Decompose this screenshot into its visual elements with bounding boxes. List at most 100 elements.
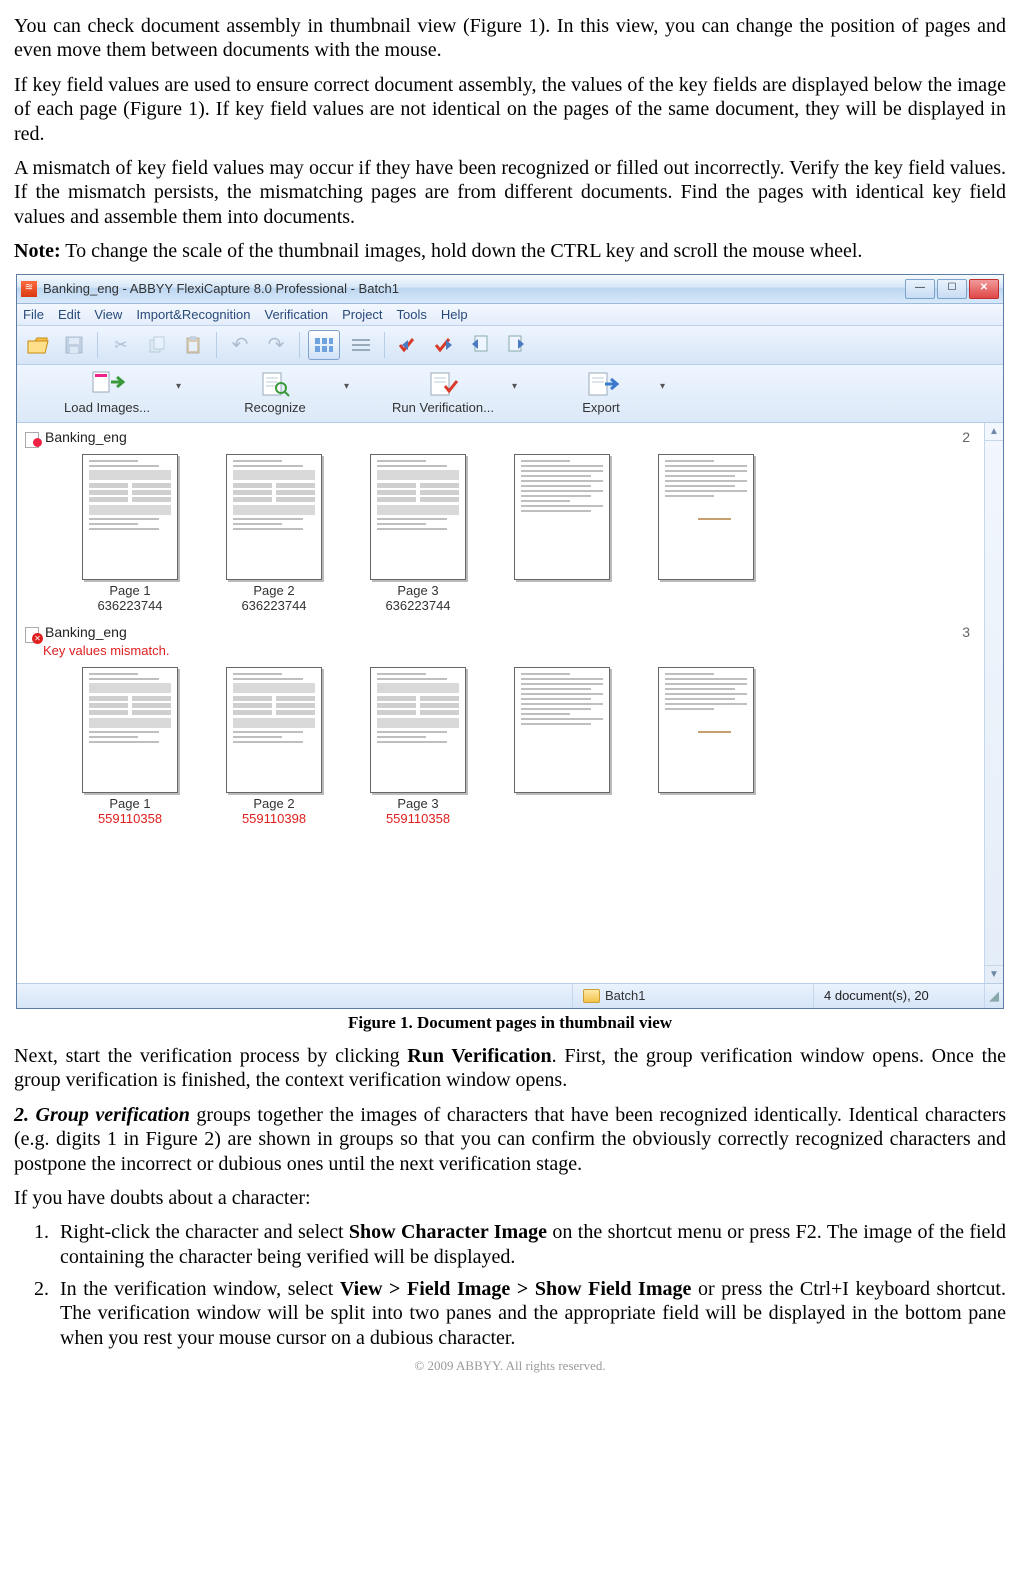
check-prev-icon[interactable] bbox=[393, 331, 423, 359]
page-thumbnail[interactable] bbox=[507, 667, 617, 827]
menu-edit[interactable]: Edit bbox=[58, 307, 80, 323]
check-next-icon[interactable] bbox=[429, 331, 459, 359]
ordered-list: Right-click the character and select Sho… bbox=[54, 1220, 1006, 1350]
page-thumbnail[interactable]: Page 1636223744 bbox=[75, 454, 185, 614]
menu-file[interactable]: File bbox=[23, 307, 44, 323]
mismatch-warning: Key values mismatch. bbox=[17, 643, 984, 661]
run-verification-bold: Run Verification bbox=[407, 1045, 551, 1067]
scrollbar[interactable]: ▲ ▼ bbox=[984, 423, 1003, 983]
page-thumbnail[interactable]: Page 2559110398 bbox=[219, 667, 329, 827]
page-thumbnail[interactable]: Page 2636223744 bbox=[219, 454, 329, 614]
cut-icon[interactable]: ✂ bbox=[106, 331, 136, 359]
minimize-button[interactable]: — bbox=[905, 279, 935, 299]
scroll-up-icon[interactable]: ▲ bbox=[985, 423, 1003, 441]
page-thumbnail[interactable] bbox=[507, 454, 617, 614]
page-label: Page 3 bbox=[397, 583, 438, 598]
menu-view[interactable]: View bbox=[94, 307, 122, 323]
scroll-down-icon[interactable]: ▼ bbox=[985, 965, 1003, 983]
note-paragraph: Note: To change the scale of the thumbna… bbox=[14, 239, 1006, 263]
load-images-label: Load Images... bbox=[64, 400, 150, 416]
thumbnail-view-icon[interactable] bbox=[308, 330, 340, 360]
paragraph: If you have doubts about a character: bbox=[14, 1186, 1006, 1210]
page-thumbnail[interactable]: Page 3559110358 bbox=[363, 667, 473, 827]
page-key: 636223744 bbox=[385, 599, 450, 614]
document-page-count: 2 bbox=[962, 429, 976, 446]
doc-next-icon[interactable] bbox=[501, 331, 531, 359]
page-key: 636223744 bbox=[97, 599, 162, 614]
document-header[interactable]: Banking_eng 2 bbox=[17, 427, 984, 448]
show-character-image-bold: Show Character Image bbox=[349, 1221, 547, 1243]
page-label: Page 1 bbox=[109, 796, 150, 811]
paragraph: Next, start the verification process by … bbox=[14, 1044, 1006, 1093]
page-thumbnail[interactable]: Page 1559110358 bbox=[75, 667, 185, 827]
paragraph: 2. Group verification groups together th… bbox=[14, 1103, 1006, 1176]
note-label: Note: bbox=[14, 240, 61, 262]
thumbnail-row: Page 1559110358 Page 2559110398 Page 355… bbox=[17, 661, 984, 835]
load-images-button[interactable]: Load Images... ▾ bbox=[23, 367, 191, 418]
page-key: 636223744 bbox=[241, 599, 306, 614]
document-name: Banking_eng bbox=[45, 624, 127, 641]
dropdown-icon[interactable]: ▾ bbox=[176, 381, 181, 393]
page-key-mismatch: 559110358 bbox=[386, 812, 450, 827]
page-label: Page 1 bbox=[109, 583, 150, 598]
dropdown-icon[interactable]: ▾ bbox=[512, 381, 517, 393]
document-error-icon bbox=[25, 625, 39, 641]
copy-icon[interactable] bbox=[142, 331, 172, 359]
recognize-label: Recognize bbox=[244, 400, 305, 416]
group-verification-label: 2. Group verification bbox=[14, 1104, 190, 1126]
export-button[interactable]: Export ▾ bbox=[527, 367, 675, 418]
thumbnail-row: Page 1636223744 Page 2636223744 Page 363… bbox=[17, 448, 984, 622]
paragraph: You can check document assembly in thumb… bbox=[14, 14, 1006, 63]
list-view-icon[interactable] bbox=[346, 331, 376, 359]
footer: © 2009 ABBYY. All rights reserved. bbox=[14, 1358, 1006, 1374]
doc-prev-icon[interactable] bbox=[465, 331, 495, 359]
screenshot-window: ≋ Banking_eng - ABBYY FlexiCapture 8.0 P… bbox=[16, 274, 1004, 1010]
menu-help[interactable]: Help bbox=[441, 307, 468, 323]
page-thumbnail[interactable] bbox=[651, 667, 761, 827]
dropdown-icon[interactable]: ▾ bbox=[344, 381, 349, 393]
redo-icon[interactable]: ↷ bbox=[261, 331, 291, 359]
run-verification-label: Run Verification... bbox=[392, 400, 494, 416]
paragraph: If key field values are used to ensure c… bbox=[14, 73, 1006, 146]
menu-tools[interactable]: Tools bbox=[397, 307, 427, 323]
menu-verification[interactable]: Verification bbox=[264, 307, 328, 323]
menu-project[interactable]: Project bbox=[342, 307, 382, 323]
page-label: Page 3 bbox=[397, 796, 438, 811]
export-label: Export bbox=[582, 400, 620, 416]
maximize-button[interactable]: ☐ bbox=[937, 279, 967, 299]
note-text: To change the scale of the thumbnail ima… bbox=[61, 240, 863, 262]
close-button[interactable]: ✕ bbox=[969, 279, 999, 299]
recognize-button[interactable]: Recognize ▾ bbox=[191, 367, 359, 418]
menubar: File Edit View Import&Recognition Verifi… bbox=[17, 304, 1003, 327]
page-key-mismatch: 559110398 bbox=[242, 812, 306, 827]
page-thumbnail[interactable]: Page 3636223744 bbox=[363, 454, 473, 614]
paste-icon[interactable] bbox=[178, 331, 208, 359]
save-icon[interactable] bbox=[59, 331, 89, 359]
status-count: 4 document(s), 20 bbox=[814, 984, 985, 1008]
list-item: Right-click the character and select Sho… bbox=[54, 1220, 1006, 1269]
page-label: Page 2 bbox=[253, 796, 294, 811]
status-batch: Batch1 bbox=[573, 984, 814, 1008]
dropdown-icon[interactable]: ▾ bbox=[660, 381, 665, 393]
figure-caption: Figure 1. Document pages in thumbnail vi… bbox=[14, 1013, 1006, 1034]
titlebar: ≋ Banking_eng - ABBYY FlexiCapture 8.0 P… bbox=[17, 275, 1003, 304]
statusbar: Batch1 4 document(s), 20 ◢ bbox=[17, 983, 1003, 1008]
document-page-count: 3 bbox=[962, 624, 976, 641]
window-title: Banking_eng - ABBYY FlexiCapture 8.0 Pro… bbox=[43, 281, 905, 297]
menu-import-recognition[interactable]: Import&Recognition bbox=[136, 307, 250, 323]
document-header[interactable]: Banking_eng 3 bbox=[17, 622, 984, 643]
document-name: Banking_eng bbox=[45, 429, 127, 446]
app-icon: ≋ bbox=[21, 281, 37, 297]
view-field-image-bold: View > Field Image > Show Field Image bbox=[340, 1278, 691, 1300]
folder-icon bbox=[583, 989, 600, 1003]
paragraph: A mismatch of key field values may occur… bbox=[14, 156, 1006, 229]
run-verification-button[interactable]: Run Verification... ▾ bbox=[359, 367, 527, 418]
page-key-mismatch: 559110358 bbox=[98, 812, 162, 827]
open-icon[interactable] bbox=[23, 331, 53, 359]
resize-grip-icon[interactable]: ◢ bbox=[985, 988, 1003, 1004]
toolbar: ✂ ↶ ↷ bbox=[17, 326, 1003, 365]
document-area: Banking_eng 2 Page 1636223744 Page 26362… bbox=[17, 423, 1003, 983]
toolbar-big: Load Images... ▾ Recognize ▾ Run Verific… bbox=[17, 365, 1003, 423]
page-thumbnail[interactable] bbox=[651, 454, 761, 614]
undo-icon[interactable]: ↶ bbox=[225, 331, 255, 359]
